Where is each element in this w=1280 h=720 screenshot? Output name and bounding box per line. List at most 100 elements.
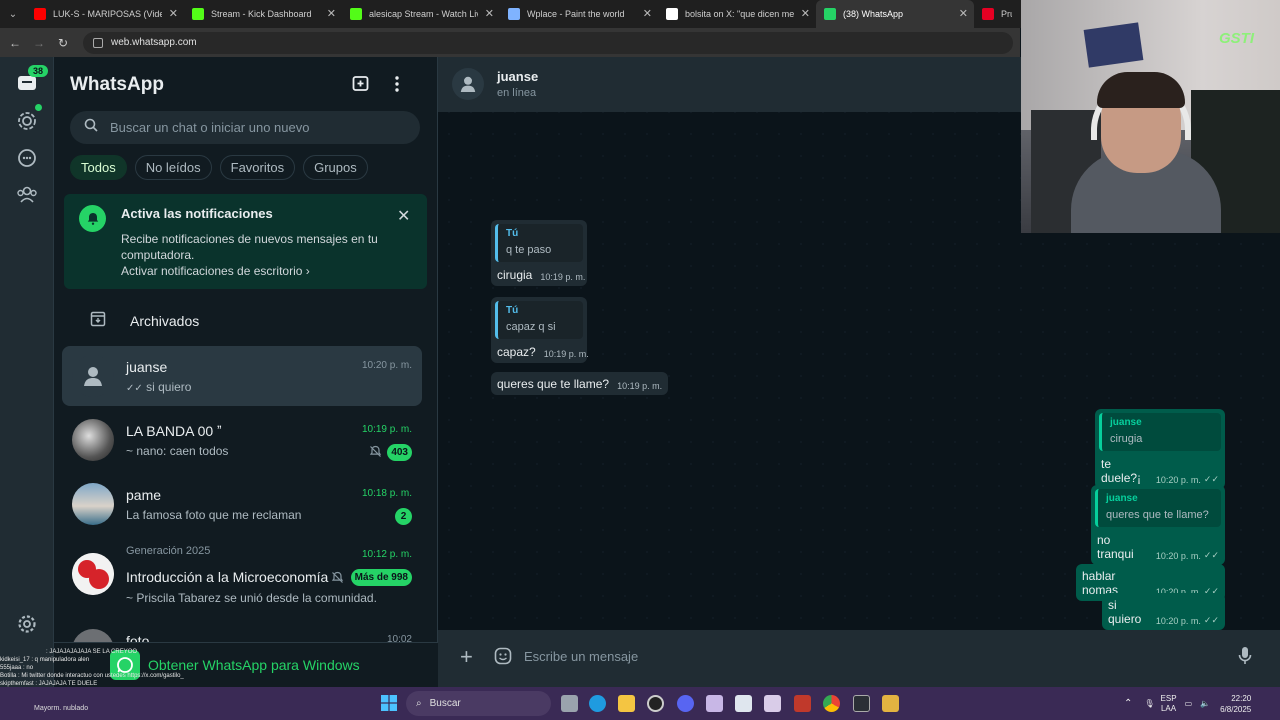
message-time: 10:20 p. m.: [1155, 616, 1201, 626]
browser-tab[interactable]: Wplace - Paint the world ✕: [500, 0, 658, 28]
stream-app-icon[interactable]: [882, 695, 899, 712]
taskbar-search[interactable]: ⌕ Buscar: [406, 691, 551, 716]
filter-chip[interactable]: Todos: [70, 155, 127, 180]
quoted-message[interactable]: Tú capaz q si: [495, 301, 583, 339]
message-text: si quiero: [1108, 598, 1142, 626]
url-text: web.whatsapp.com: [111, 37, 197, 48]
chrome-icon[interactable]: [823, 695, 840, 712]
close-tab-icon[interactable]: ✕: [643, 8, 652, 20]
default-avatar-icon[interactable]: [452, 68, 484, 100]
nav-rail: 38: [0, 57, 54, 687]
windows-start-icon[interactable]: [381, 695, 397, 716]
chat-preview: ~ Priscila Tabarez se unió desde la comu…: [126, 591, 377, 605]
quoted-author: Tú: [506, 228, 519, 239]
close-icon[interactable]: ✕: [397, 206, 410, 226]
chat-preview-text: si quiero: [146, 380, 192, 394]
contact-name: juanse: [497, 69, 539, 84]
message-bubble[interactable]: queres que te llame? 10:19 p. m.: [491, 372, 669, 395]
menu-dots-icon[interactable]: [394, 75, 400, 98]
quoted-message[interactable]: juanse queres que te llame?: [1095, 489, 1221, 527]
settings-gear-icon[interactable]: [16, 613, 38, 635]
reload-icon[interactable]: ↻: [51, 36, 75, 50]
tab-title: (38) WhatsApp: [843, 9, 904, 19]
close-tab-icon[interactable]: ✕: [169, 8, 178, 20]
new-chat-icon[interactable]: [352, 75, 370, 98]
close-tab-icon[interactable]: ✕: [801, 8, 810, 20]
forward-arrow-icon[interactable]: →: [27, 36, 51, 50]
chat-time: 10:12 p. m.: [361, 549, 412, 560]
muted-bell-icon: [369, 445, 382, 463]
close-tab-icon[interactable]: ✕: [959, 8, 968, 20]
chat-row-juanse[interactable]: juanse 10:20 p. m. ✓✓ si quiero: [62, 346, 422, 406]
filter-chip[interactable]: Favoritos: [219, 155, 296, 180]
discord-icon[interactable]: [677, 695, 694, 712]
app-title: WhatsApp: [70, 74, 164, 95]
back-arrow-icon[interactable]: ←: [3, 36, 27, 50]
close-tab-icon[interactable]: ✕: [327, 8, 336, 20]
channels-icon[interactable]: [16, 147, 38, 169]
search-input[interactable]: Buscar un chat o iniciar uno nuevo: [70, 111, 420, 144]
unread-badge: Más de 998: [350, 569, 412, 586]
task-view-icon[interactable]: [561, 695, 578, 712]
tab-title: bolsita on X: "que dicen me sa: [685, 9, 794, 19]
clock[interactable]: 22:20 6/8/2025: [1220, 693, 1251, 715]
message-bubble[interactable]: si quiero 10:20 p. m. ✓✓: [1102, 593, 1225, 630]
attach-plus-icon[interactable]: +: [460, 645, 473, 669]
chevron-up-icon[interactable]: ⌃: [1124, 698, 1132, 709]
stream-chat-line: 555jaaa : no: [0, 665, 34, 671]
chat-row-pame[interactable]: pame 10:18 p. m. La famosa foto que me r…: [62, 474, 422, 534]
clock-date: 6/8/2025: [1220, 704, 1252, 714]
enable-notifications-link[interactable]: Activar notificaciones de escritorio ›: [121, 264, 310, 278]
message-bubble[interactable]: juanse queres que te llame? no tranqui 10:…: [1091, 485, 1225, 565]
tab-title: Wplace - Paint the world: [527, 9, 625, 19]
photos-icon[interactable]: [735, 695, 752, 712]
unread-count-badge: 38: [28, 65, 49, 77]
search-icon: ⌕: [416, 698, 422, 709]
language-indicator[interactable]: ESP LAA: [1161, 694, 1177, 714]
chat-preview: ~ nano: caen todos: [126, 444, 229, 458]
archived-row[interactable]: Archivados: [54, 298, 437, 344]
message-text: te duele?¡: [1101, 457, 1142, 485]
microphone-tray-icon[interactable]: 🎙: [1144, 699, 1154, 708]
browser-tab[interactable]: bolsita on X: "que dicen me sa ✕: [658, 0, 816, 28]
message-bubble[interactable]: Tú capaz q si capaz? 10:19 p. m.: [491, 297, 589, 363]
status-icon[interactable]: [16, 110, 38, 132]
tab-title: Stream - Kick Dashboard: [211, 9, 312, 19]
edge-icon[interactable]: [589, 695, 606, 712]
capture-app-icon[interactable]: [853, 695, 870, 712]
notes-icon[interactable]: [764, 695, 781, 712]
quoted-message[interactable]: Tú q te paso: [495, 224, 583, 262]
chat-list-panel: WhatsApp Buscar un chat o iniciar uno nu…: [54, 57, 438, 687]
file-explorer-icon[interactable]: [618, 695, 635, 712]
app-icon[interactable]: [706, 695, 723, 712]
browser-tab[interactable]: LUK-S - MARIPOSAS (Video Ofi ✕: [26, 0, 184, 28]
network-icon[interactable]: ▭: [1185, 699, 1193, 708]
close-tab-icon[interactable]: ✕: [485, 8, 494, 20]
browser-tab[interactable]: alesicap Stream - Watch Live o ✕: [342, 0, 500, 28]
quoted-message[interactable]: juanse cirugia: [1099, 413, 1221, 451]
communities-icon[interactable]: [16, 183, 38, 205]
microphone-icon[interactable]: [1238, 646, 1252, 671]
message-bubble[interactable]: juanse cirugia te duele?¡ 10:20 p. m. ✓✓: [1095, 409, 1225, 489]
message-bubble[interactable]: Tú q te paso cirugia 10:19 p. m.: [491, 220, 587, 286]
message-input[interactable]: Escribe un mensaje: [524, 649, 638, 664]
tab-list-chevron-icon[interactable]: ⌄: [0, 0, 26, 28]
volume-icon[interactable]: 🔈: [1200, 699, 1210, 708]
browser-tab[interactable]: Stream - Kick Dashboard ✕: [184, 0, 342, 28]
browser-tab[interactable]: (38) WhatsApp ✕: [816, 0, 974, 28]
weather-text: Mayorm. nublado: [34, 705, 89, 712]
chat-row-microeconomia[interactable]: Generación 2025 Introducción a la Microe…: [62, 543, 422, 609]
tab-title: LUK-S - MARIPOSAS (Video Ofi: [53, 9, 162, 19]
media-app-icon[interactable]: [794, 695, 811, 712]
browser-address-bar: ← → ↻ web.whatsapp.com: [0, 28, 1020, 57]
pinterest-icon: [982, 8, 994, 20]
obs-icon[interactable]: [647, 695, 664, 712]
quoted-text: cirugia: [1110, 433, 1143, 445]
emoji-sticker-icon[interactable]: [494, 647, 512, 670]
filter-chip[interactable]: Grupos: [303, 155, 368, 180]
filter-chip[interactable]: No leídos: [134, 155, 212, 180]
site-info-icon[interactable]: [93, 37, 103, 48]
chat-row-la-banda[interactable]: LA BANDA 00 ˮ 10:19 p. m. ~ nano: caen t…: [62, 410, 422, 470]
url-field[interactable]: web.whatsapp.com: [83, 31, 1013, 54]
archived-label: Archivados: [130, 313, 200, 329]
